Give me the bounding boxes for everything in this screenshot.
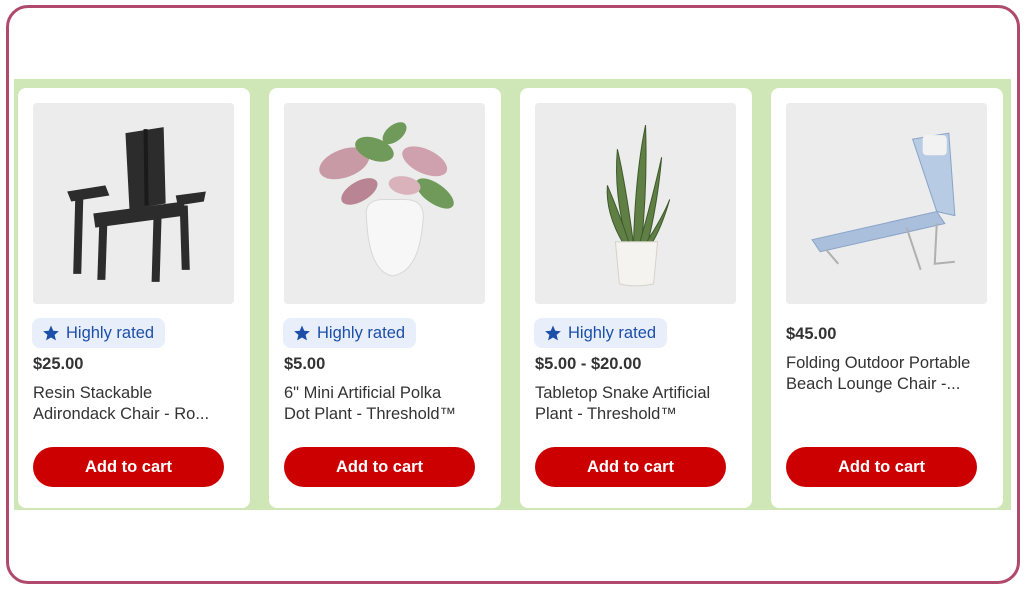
product-title-line: Plant - Threshold™ xyxy=(535,405,677,423)
lounge-chair-image[interactable] xyxy=(786,103,987,304)
product-title-line: Dot Plant - Threshold™ xyxy=(284,405,457,423)
product-title-line: Beach Lounge Chair -... xyxy=(786,375,961,393)
star-icon xyxy=(294,325,310,341)
product-title-line: Folding Outdoor Portable xyxy=(786,354,971,372)
badge-label: Highly rated xyxy=(66,323,155,342)
product-title[interactable]: 6" Mini Artificial Polka Dot Plant - Thr… xyxy=(284,383,489,425)
star-icon xyxy=(545,325,561,341)
product-card[interactable]: Highly rated $5.00 6" Mini Artificial Po… xyxy=(269,88,501,508)
product-price: $5.00 xyxy=(284,355,326,373)
star-icon xyxy=(43,325,59,341)
add-to-cart-button[interactable]: Add to cart xyxy=(786,447,977,487)
highly-rated-badge: Highly rated xyxy=(534,318,668,348)
badge-label: Highly rated xyxy=(568,323,657,342)
highly-rated-badge: Highly rated xyxy=(32,318,166,348)
add-to-cart-button[interactable]: Add to cart xyxy=(284,447,475,487)
highly-rated-badge: Highly rated xyxy=(283,318,417,348)
product-card[interactable]: Highly rated $5.00 - $20.00 Tabletop Sna… xyxy=(520,88,752,508)
polka-dot-plant-image[interactable] xyxy=(284,103,485,304)
add-to-cart-button[interactable]: Add to cart xyxy=(535,447,726,487)
product-price: $45.00 xyxy=(786,325,837,343)
product-title[interactable]: Tabletop Snake Artificial Plant - Thresh… xyxy=(535,383,740,425)
badge-label: Highly rated xyxy=(317,323,406,342)
product-price: $5.00 - $20.00 xyxy=(535,355,642,373)
adirondack-chair-image[interactable] xyxy=(33,103,234,304)
product-title[interactable]: Resin Stackable Adirondack Chair - Ro... xyxy=(33,383,238,425)
snake-plant-image[interactable] xyxy=(535,103,736,304)
product-card[interactable]: Highly rated $25.00 Resin Stackable Adir… xyxy=(18,88,250,508)
product-title-line: Adirondack Chair - Ro... xyxy=(33,405,210,423)
product-title[interactable]: Folding Outdoor Portable Beach Lounge Ch… xyxy=(786,353,991,395)
product-title-line: Resin Stackable xyxy=(33,384,153,402)
product-price: $25.00 xyxy=(33,355,84,373)
product-card[interactable]: $45.00 Folding Outdoor Portable Beach Lo… xyxy=(771,88,1003,508)
add-to-cart-button[interactable]: Add to cart xyxy=(33,447,224,487)
product-title-line: Tabletop Snake Artificial xyxy=(535,384,711,402)
product-title-line: 6" Mini Artificial Polka xyxy=(284,384,442,402)
